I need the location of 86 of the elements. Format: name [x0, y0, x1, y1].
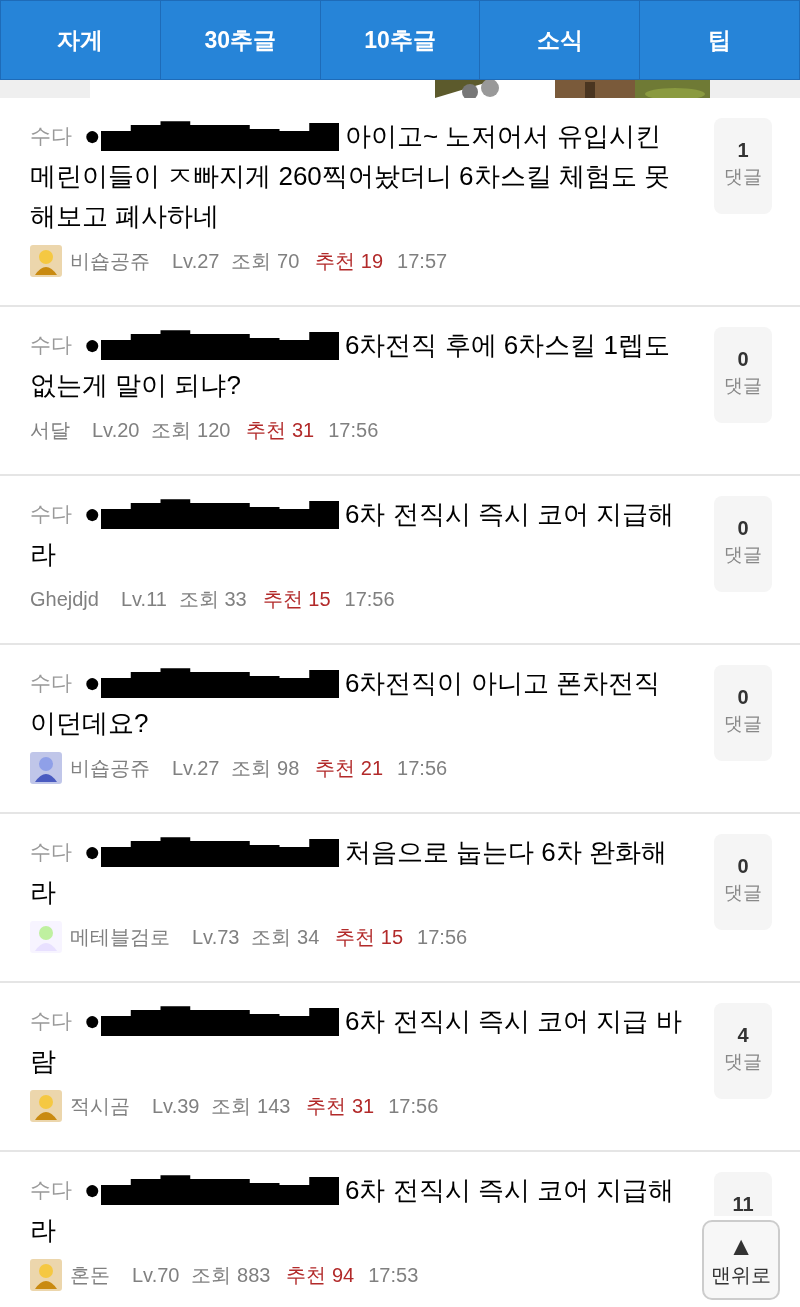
comment-label: 댓글	[724, 543, 762, 567]
like-count: 추천 31	[306, 1094, 375, 1119]
comment-label: 댓글	[724, 712, 762, 736]
like-count: 추천 21	[315, 756, 384, 781]
post-title-line[interactable]: 없는게 말이 되냐?	[30, 365, 241, 405]
category-label: 수다	[30, 501, 72, 528]
author-name: 비숍공쥬	[70, 249, 150, 274]
like-count: 추천 19	[315, 249, 384, 274]
post-time: 17:56	[397, 756, 448, 781]
comment-count-box[interactable]: 11	[714, 1172, 772, 1216]
author-name: 서달	[30, 418, 70, 443]
user-level: Lv.27	[172, 756, 220, 781]
user-level: Lv.70	[132, 1263, 180, 1288]
like-count: 추천 31	[246, 418, 315, 443]
comment-count: 0	[737, 347, 749, 371]
view-count: 조회 70	[231, 249, 300, 274]
category-label: 수다	[30, 1177, 72, 1204]
post-time: 17:53	[368, 1263, 419, 1288]
bullet-icon: ●	[84, 499, 101, 529]
post-title-line[interactable]: 이던데요?	[30, 703, 149, 743]
view-count: 조회 883	[191, 1263, 271, 1288]
author-name: 혼돈	[70, 1263, 110, 1288]
post-title-line[interactable]: 해보고 폐사하네	[30, 196, 220, 236]
bullet-icon: ●	[84, 1175, 101, 1205]
bullet-icon: ●	[84, 1006, 101, 1036]
post-time: 17:56	[388, 1094, 439, 1119]
category-label: 수다	[30, 332, 72, 359]
post-title-line[interactable]: 아이고~ 노저어서 유입시킨	[344, 116, 661, 156]
bullet-icon: ●	[84, 330, 101, 360]
like-count: 추천 94	[286, 1263, 355, 1288]
post-time: 17:57	[397, 249, 448, 274]
comment-count-box[interactable]: 0 댓글	[714, 834, 772, 930]
comment-count-box[interactable]: 1 댓글	[714, 118, 772, 214]
post-title-line[interactable]: 6차전직 후에 6차스킬 1렙도	[344, 325, 670, 365]
like-count: 추천 15	[335, 925, 404, 950]
user-level: Lv.20	[92, 418, 140, 443]
up-arrow-icon: ▲	[728, 1231, 754, 1261]
bullet-icon: ●	[84, 121, 101, 151]
post-time: 17:56	[328, 418, 379, 443]
post-title-line[interactable]: 처음으로 눕는다 6차 완화해	[344, 832, 668, 872]
view-count: 조회 143	[211, 1094, 291, 1119]
comment-count: 11	[732, 1192, 754, 1216]
category-label: 수다	[30, 839, 72, 866]
like-count: 추천 15	[262, 587, 331, 612]
author-name: 메테블검로	[70, 925, 170, 950]
comment-count-box[interactable]: 0 댓글	[714, 327, 772, 423]
view-count: 조회 34	[251, 925, 320, 950]
post-time: 17:56	[344, 587, 395, 612]
post-time: 17:56	[417, 925, 468, 950]
comment-count: 1	[737, 138, 749, 162]
post-title-line[interactable]: 메린이들이 ㅈ빠지게 260찍어놨더니 6차스킬 체험도 못	[30, 156, 670, 196]
post-title-line[interactable]: 6차 전직시 즉시 코어 지급해	[344, 494, 675, 534]
post-title-line[interactable]: 6차 전직시 즉시 코어 지급해	[344, 1170, 675, 1210]
view-count: 조회 98	[231, 756, 300, 781]
comment-label: 댓글	[724, 881, 762, 905]
post-title-line[interactable]: 라	[30, 872, 56, 912]
post-title-line[interactable]: 6차 전직시 즉시 코어 지급 바	[344, 1001, 682, 1041]
post-title-line[interactable]: 람	[30, 1041, 56, 1081]
author-name: Ghejdjd	[30, 587, 99, 612]
comment-count: 0	[737, 685, 749, 709]
comment-count-box[interactable]: 4 댓글	[714, 1003, 772, 1099]
comment-label: 댓글	[724, 1050, 762, 1074]
bullet-icon: ●	[84, 837, 101, 867]
post-title-line[interactable]: 라	[30, 534, 56, 574]
author-name: 비숍공쥬	[70, 756, 150, 781]
category-label: 수다	[30, 670, 72, 697]
post-title-line[interactable]: 6차전직이 아니고 폰차전직	[344, 663, 660, 703]
view-count: 조회 120	[151, 418, 231, 443]
comment-count: 4	[737, 1023, 749, 1047]
comment-count: 0	[737, 854, 749, 878]
comment-label: 댓글	[724, 165, 762, 189]
bullet-icon: ●	[84, 668, 101, 698]
comment-count: 0	[737, 516, 749, 540]
comment-label: 댓글	[724, 374, 762, 398]
back-to-top-button[interactable]: ▲ 맨위로	[702, 1220, 780, 1300]
view-count: 조회 33	[178, 587, 247, 612]
user-level: Lv.11	[120, 587, 167, 612]
user-level: Lv.39	[152, 1094, 200, 1119]
user-level: Lv.27	[172, 249, 220, 274]
category-label: 수다	[30, 1008, 72, 1035]
category-label: 수다	[30, 123, 72, 150]
author-name: 적시곰	[70, 1094, 130, 1119]
comment-count-box[interactable]: 0 댓글	[714, 496, 772, 592]
comment-count-box[interactable]: 0 댓글	[714, 665, 772, 761]
post-title-line[interactable]: 라	[30, 1210, 56, 1250]
user-level: Lv.73	[192, 925, 240, 950]
